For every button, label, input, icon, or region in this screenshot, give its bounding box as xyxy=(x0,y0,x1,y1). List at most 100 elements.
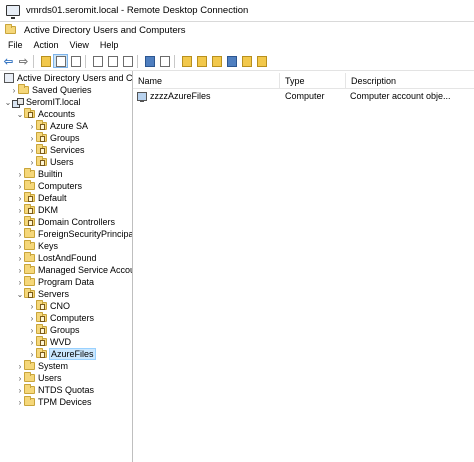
chevron-right-icon[interactable]: › xyxy=(28,314,36,323)
folder-icon xyxy=(18,84,29,94)
tree-label: Program Data xyxy=(38,277,95,287)
tree-item-azurefiles[interactable]: › AzureFiles xyxy=(28,348,96,360)
tree-item-cno[interactable]: › CNO xyxy=(28,300,70,312)
chevron-right-icon[interactable]: › xyxy=(16,362,24,371)
tree-item-services[interactable]: › Services xyxy=(28,144,85,156)
details-pane: Name Type Description zzzzAzureFiles Com… xyxy=(133,71,474,462)
up-folder-icon[interactable] xyxy=(39,55,52,67)
chevron-right-icon[interactable]: › xyxy=(28,134,36,143)
tree-label: SeromIT.local xyxy=(26,97,81,107)
tree-item-domain[interactable]: ⌄ SeromIT.local xyxy=(4,96,81,108)
chevron-right-icon[interactable]: › xyxy=(16,218,24,227)
tree-item-computers[interactable]: › Computers xyxy=(16,180,82,192)
column-header-description[interactable]: Description xyxy=(346,73,474,88)
tree-item-users[interactable]: › Users xyxy=(28,156,74,168)
computer-name: zzzzAzureFiles xyxy=(150,91,211,101)
properties-icon[interactable] xyxy=(158,55,171,67)
tree-item-foreign-security-principals[interactable]: › ForeignSecurityPrincipals xyxy=(16,228,132,240)
tree-label: LostAndFound xyxy=(38,253,97,263)
tree-item-azure-sa[interactable]: › Azure SA xyxy=(28,120,88,132)
forward-arrow-icon[interactable]: ⇨ xyxy=(17,55,30,68)
ou-folder-icon xyxy=(36,300,47,310)
tree-item-groups[interactable]: › Groups xyxy=(28,132,80,144)
chevron-down-icon[interactable]: ⌄ xyxy=(16,110,24,119)
tree-item-lostandfound[interactable]: › LostAndFound xyxy=(16,252,97,264)
tree-item-keys[interactable]: › Keys xyxy=(16,240,58,252)
chevron-right-icon[interactable]: › xyxy=(16,386,24,395)
domain-icon xyxy=(12,97,24,108)
tree-item-wvd[interactable]: › WVD xyxy=(28,336,71,348)
folder-icon xyxy=(24,180,35,190)
tree-label: Default xyxy=(38,193,67,203)
menu-view[interactable]: View xyxy=(70,40,89,50)
chevron-right-icon[interactable]: › xyxy=(16,206,24,215)
chevron-right-icon[interactable]: › xyxy=(28,158,36,167)
tree-item-servers[interactable]: ⌄ Servers xyxy=(16,288,69,300)
tree-item-dkm[interactable]: › DKM xyxy=(16,204,58,216)
new-group-icon[interactable] xyxy=(195,55,208,67)
add-to-group-icon[interactable] xyxy=(255,55,268,67)
chevron-right-icon[interactable]: › xyxy=(28,338,36,347)
tree-label: Groups xyxy=(50,133,80,143)
tree-item-server-computers[interactable]: › Computers xyxy=(28,312,94,324)
back-arrow-icon[interactable]: ⇦ xyxy=(2,55,15,68)
new-user-icon[interactable] xyxy=(180,55,193,67)
chevron-right-icon[interactable]: › xyxy=(16,278,24,287)
tree-label: Builtin xyxy=(38,169,63,179)
tree-item-ntds-quotas[interactable]: › NTDS Quotas xyxy=(16,384,94,396)
menu-action[interactable]: Action xyxy=(34,40,59,50)
tree-item-saved-queries[interactable]: › Saved Queries xyxy=(10,84,92,96)
export-list-icon[interactable] xyxy=(106,55,119,67)
chevron-right-icon[interactable]: › xyxy=(16,194,24,203)
tree-item-system[interactable]: › System xyxy=(16,360,68,372)
help-icon[interactable] xyxy=(143,55,156,67)
chevron-right-icon[interactable]: › xyxy=(16,170,24,179)
tree-label: Saved Queries xyxy=(32,85,92,95)
chevron-right-icon[interactable]: › xyxy=(28,122,36,131)
tree-item-default[interactable]: › Default xyxy=(16,192,67,204)
tree-item-builtin[interactable]: › Builtin xyxy=(16,168,63,180)
tree-item-server-groups[interactable]: › Groups xyxy=(28,324,80,336)
refresh-icon[interactable] xyxy=(121,55,134,67)
chevron-right-icon[interactable]: › xyxy=(16,398,24,407)
ou-folder-icon xyxy=(24,216,35,226)
tree-label: Computers xyxy=(38,181,83,191)
tree-item-tpm-devices[interactable]: › TPM Devices xyxy=(16,396,92,408)
table-row[interactable]: zzzzAzureFiles Computer Computer account… xyxy=(133,90,474,102)
chevron-right-icon[interactable]: › xyxy=(16,230,24,239)
chevron-right-icon[interactable]: › xyxy=(28,350,36,359)
chevron-right-icon[interactable]: › xyxy=(16,266,24,275)
tree-item-domain-controllers[interactable]: › Domain Controllers xyxy=(16,216,115,228)
chevron-down-icon[interactable]: ⌄ xyxy=(16,290,24,299)
chevron-right-icon[interactable]: › xyxy=(28,326,36,335)
show-tree-icon[interactable] xyxy=(53,54,68,68)
chevron-right-icon[interactable]: › xyxy=(28,146,36,155)
tree-item-managed-service-accounts[interactable]: › Managed Service Accour xyxy=(16,264,132,276)
tree-item-accounts[interactable]: ⌄ Accounts xyxy=(16,108,75,120)
chevron-down-icon[interactable]: ⌄ xyxy=(4,98,12,107)
menu-file[interactable]: File xyxy=(8,40,23,50)
tree-item-root[interactable]: Active Directory Users and Com xyxy=(4,72,132,84)
column-header-name[interactable]: Name xyxy=(133,73,280,88)
filter-icon[interactable] xyxy=(225,55,238,67)
menu-help[interactable]: Help xyxy=(100,40,119,50)
console-icon[interactable] xyxy=(69,55,82,67)
find-icon[interactable] xyxy=(240,55,253,67)
copy-icon[interactable] xyxy=(91,55,104,67)
computer-icon xyxy=(137,91,147,102)
chevron-right-icon[interactable]: › xyxy=(16,182,24,191)
chevron-right-icon[interactable]: › xyxy=(16,374,24,383)
ou-folder-icon xyxy=(36,156,47,166)
tree-item-program-data[interactable]: › Program Data xyxy=(16,276,94,288)
chevron-right-icon[interactable]: › xyxy=(16,254,24,263)
column-header-type[interactable]: Type xyxy=(280,73,346,88)
tree-label: TPM Devices xyxy=(38,397,92,407)
folder-icon xyxy=(24,228,35,238)
new-ou-icon[interactable] xyxy=(210,55,223,67)
chevron-right-icon[interactable]: › xyxy=(16,242,24,251)
chevron-right-icon[interactable]: › xyxy=(10,86,18,95)
cell-name: zzzzAzureFiles xyxy=(137,90,277,102)
ou-folder-icon xyxy=(36,348,47,358)
chevron-right-icon[interactable]: › xyxy=(28,302,36,311)
tree-item-builtin-users[interactable]: › Users xyxy=(16,372,62,384)
